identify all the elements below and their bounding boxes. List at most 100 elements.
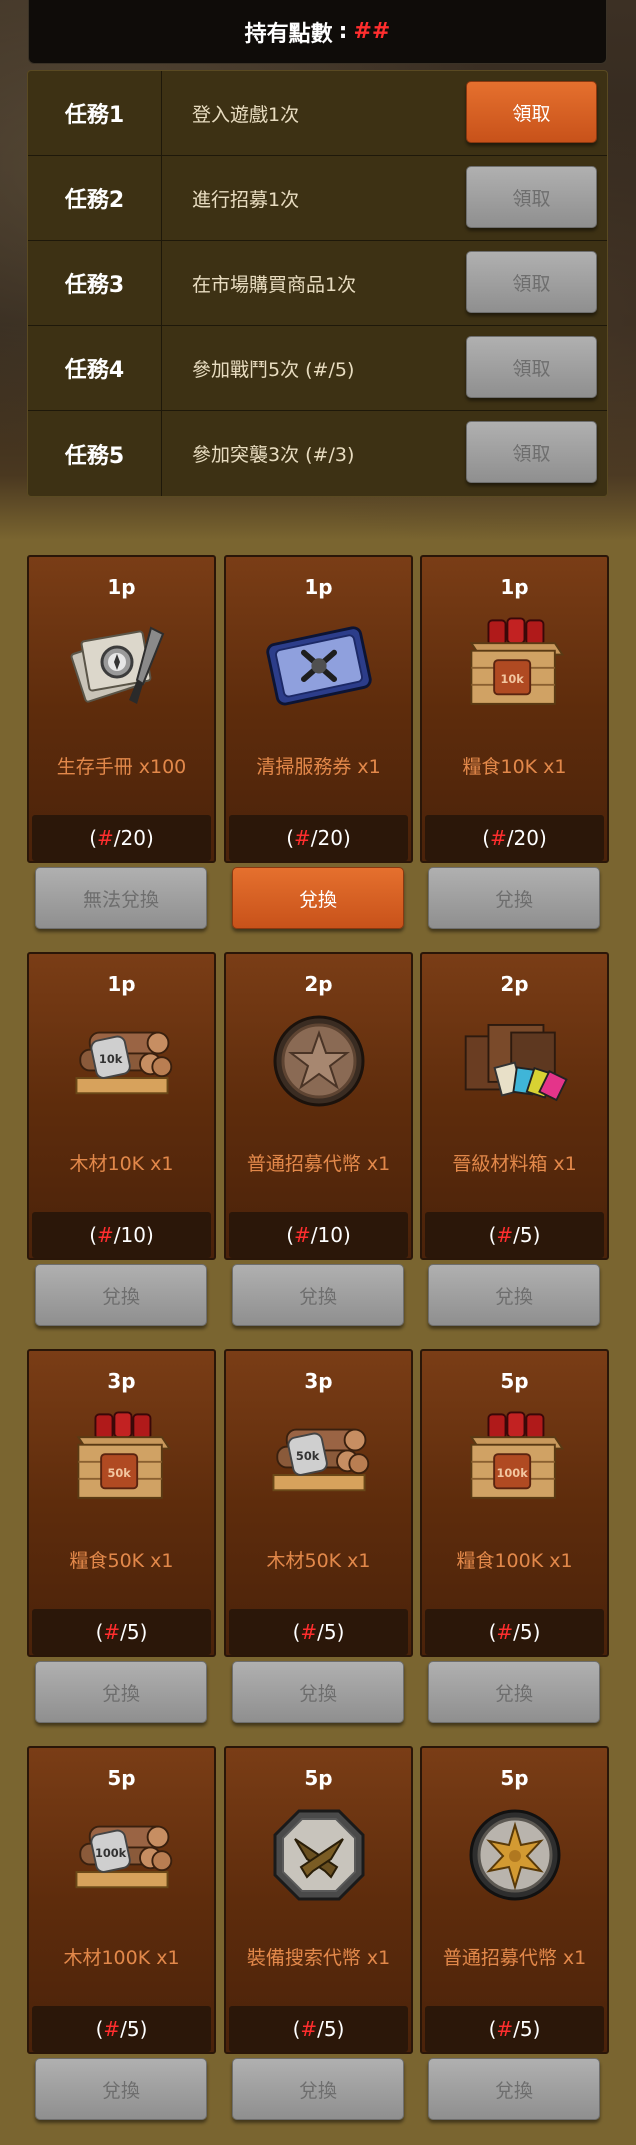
count-open: ( <box>89 1223 98 1247</box>
reward-name: 糧食10K x1 <box>462 756 567 778</box>
claim-button[interactable]: 領取 <box>466 336 597 398</box>
redeem-button[interactable]: 兌換 <box>428 1661 600 1723</box>
reward-name: 裝備搜索代幣 x1 <box>246 1947 391 1969</box>
count-hash: # <box>294 1223 311 1247</box>
task-row: 任務5 參加突襲3次 (#/3) 領取 <box>28 411 607 496</box>
count-rest: /5) <box>317 1620 345 1644</box>
count-rest: /5) <box>120 1620 148 1644</box>
count-open: ( <box>292 2017 301 2041</box>
svg-text:50k: 50k <box>107 1466 131 1480</box>
count-rest: /5) <box>513 2017 541 2041</box>
reward-name: 清掃服務券 x1 <box>256 756 381 778</box>
count-hash: # <box>496 1223 514 1247</box>
reward-cost: 5p <box>500 1369 529 1393</box>
reward-name: 糧食100K x1 <box>456 1550 573 1572</box>
count-rest: /5) <box>317 2017 345 2041</box>
food-crate-100k-icon: 100k <box>460 1403 570 1513</box>
task-row: 任務3 在市場購買商品1次 領取 <box>28 241 607 326</box>
task-name: 任務2 <box>28 156 162 240</box>
survival-manual-icon <box>67 609 177 719</box>
count-open: ( <box>482 826 491 850</box>
points-separator: : <box>338 19 348 44</box>
reward-cost: 1p <box>107 972 136 996</box>
reward-card: 5p 裝備搜索代幣 x1 (#/5) <box>224 1746 413 2054</box>
count-open: ( <box>488 2017 497 2041</box>
reward-count: (#/10) <box>32 1212 211 1258</box>
claim-button[interactable]: 領取 <box>466 81 597 143</box>
count-hash: # <box>103 2017 121 2041</box>
redeem-button[interactable]: 兌換 <box>428 867 600 929</box>
reward-count: (#/5) <box>229 1609 408 1655</box>
reward-count: (#/5) <box>229 2006 408 2052</box>
reward-count: (#/5) <box>32 2006 211 2052</box>
task-list: 任務1 登入遊戲1次 領取 任務2 進行招募1次 領取 任務3 在市場購買商品1… <box>27 70 608 497</box>
reward-count: (#/20) <box>229 815 408 861</box>
reward-cost: 1p <box>500 575 529 599</box>
reward-count: (#/10) <box>229 1212 408 1258</box>
reward-card: 3p 50k 糧食50K x1 (#/5) <box>27 1349 216 1657</box>
wood-50k-icon: 50k <box>264 1403 374 1513</box>
redeem-button[interactable]: 兌換 <box>232 2058 404 2120</box>
svg-text:10k: 10k <box>99 1052 123 1066</box>
reward-cost: 5p <box>107 1766 136 1790</box>
reward-cost: 5p <box>304 1766 333 1790</box>
points-label: 持有點數 <box>244 21 333 47</box>
count-hash: # <box>300 2017 318 2041</box>
wood-100k-icon: 100k <box>67 1800 177 1910</box>
count-open: ( <box>488 1620 497 1644</box>
reward-name: 普通招募代幣 x1 <box>246 1153 391 1175</box>
task-name: 任務5 <box>28 411 162 496</box>
claim-button[interactable]: 領取 <box>466 251 597 313</box>
reward-count: (#/5) <box>32 1609 211 1655</box>
redeem-button[interactable]: 兌換 <box>428 1264 600 1326</box>
reward-count: (#/20) <box>425 815 604 861</box>
count-hash: # <box>490 826 507 850</box>
svg-text:100k: 100k <box>95 1846 127 1860</box>
reward-name: 晉級材料箱 x1 <box>452 1153 577 1175</box>
claim-button[interactable]: 領取 <box>466 166 597 228</box>
redeem-button[interactable]: 無法兌換 <box>35 867 207 929</box>
count-rest: /5) <box>513 1620 541 1644</box>
food-crate-50k-icon: 50k <box>67 1403 177 1513</box>
reward-name: 普通招募代幣 x1 <box>442 1947 587 1969</box>
claim-button[interactable]: 領取 <box>466 421 597 483</box>
reward-card: 5p 100k 糧食100K x1 (#/5) <box>420 1349 609 1657</box>
sheriff-star-token-icon <box>460 1800 570 1910</box>
svg-text:100k: 100k <box>497 1466 529 1480</box>
count-rest: /5) <box>120 2017 148 2041</box>
redeem-button[interactable]: 兌換 <box>35 1661 207 1723</box>
redeem-button[interactable]: 兌換 <box>232 867 404 929</box>
reward-card: 2p 普通招募代幣 x1 (#/10) <box>224 952 413 1260</box>
count-hash: # <box>97 826 114 850</box>
task-name: 任務4 <box>28 326 162 410</box>
count-open: ( <box>286 1223 295 1247</box>
points-value: ## <box>353 19 391 44</box>
count-rest: /20) <box>506 826 547 850</box>
count-open: ( <box>286 826 295 850</box>
count-rest: /5) <box>513 1223 541 1247</box>
count-hash: # <box>103 1620 121 1644</box>
reward-count: (#/5) <box>425 2006 604 2052</box>
redeem-button[interactable]: 兌換 <box>232 1661 404 1723</box>
count-open: ( <box>488 1223 497 1247</box>
redeem-button[interactable]: 兌換 <box>35 2058 207 2120</box>
count-hash: # <box>496 2017 514 2041</box>
sweep-ticket-icon <box>264 609 374 719</box>
reward-count: (#/20) <box>32 815 211 861</box>
reward-card: 3p 50k 木材50K x1 (#/5) <box>224 1349 413 1657</box>
reward-card: 5p 普通招募代幣 x1 (#/5) <box>420 1746 609 2054</box>
count-open: ( <box>95 1620 104 1644</box>
reward-cost: 3p <box>107 1369 136 1393</box>
reward-name: 木材10K x1 <box>69 1153 174 1175</box>
redeem-button[interactable]: 兌換 <box>35 1264 207 1326</box>
count-open: ( <box>89 826 98 850</box>
task-row: 任務1 登入遊戲1次 領取 <box>28 71 607 156</box>
redeem-button[interactable]: 兌換 <box>428 2058 600 2120</box>
reward-name: 生存手冊 x100 <box>56 756 187 778</box>
redeem-button[interactable]: 兌換 <box>232 1264 404 1326</box>
count-hash: # <box>294 826 311 850</box>
count-rest: /10) <box>310 1223 351 1247</box>
task-row: 任務4 參加戰鬥5次 (#/5) 領取 <box>28 326 607 411</box>
reward-card: 1p 10k 木材10K x1 (#/10) <box>27 952 216 1260</box>
task-name: 任務1 <box>28 71 162 155</box>
